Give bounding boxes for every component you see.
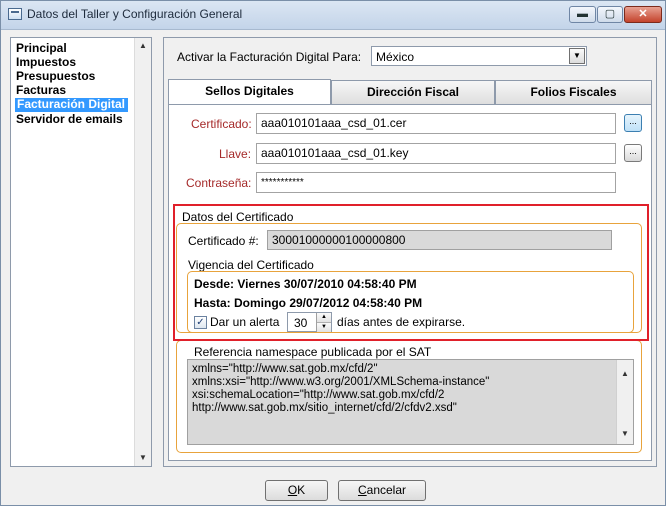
sidebar-item-facturas[interactable]: Facturas [16,84,66,97]
ok-button[interactable]: OK [265,480,328,501]
country-select-value: México [376,50,415,64]
main-window: Datos del Taller y Configuración General… [0,0,666,506]
namespace-scrollbar[interactable]: ▲ ▼ [616,360,633,444]
minimize-button[interactable]: ▬ [569,6,596,23]
certificado-input[interactable]: aaa010101aaa_csd_01.cer [256,113,616,134]
llave-input[interactable]: aaa010101aaa_csd_01.key [256,143,616,164]
scroll-down-arrow-icon[interactable]: ▼ [135,450,151,466]
title-bar[interactable]: Datos del Taller y Configuración General… [1,1,665,30]
tab-direccion-fiscal[interactable]: Dirección Fiscal [331,80,495,105]
highlight-box [173,204,649,341]
cancel-label: ancelar [366,483,407,497]
country-select[interactable]: México ▼ [371,46,587,66]
namespace-line: xmlns:xsi="http://www.w3.org/2001/XMLSch… [192,376,490,388]
namespace-group: Referencia namespace publicada por el SA… [176,340,642,453]
sidebar-item-servidor-emails[interactable]: Servidor de emails [16,113,123,126]
contrasena-input[interactable]: *********** [256,172,616,193]
window-title: Datos del Taller y Configuración General [27,7,243,21]
namespace-line: xsi:schemaLocation="http://www.sat.gob.m… [192,389,445,401]
scroll-down-arrow-icon[interactable]: ▼ [617,426,633,442]
cancel-mnemonic: C [357,483,367,497]
sidebar-scrollbar[interactable]: ▲ ▼ [134,38,151,466]
scroll-up-arrow-icon[interactable]: ▲ [617,366,633,382]
contrasena-label: Contraseña: [186,176,252,190]
close-button[interactable]: ✕ [624,6,662,23]
ok-mnemonic: O [287,483,298,497]
cancel-button[interactable]: Cancelar [338,480,426,501]
maximize-button[interactable]: ▢ [597,6,623,23]
namespace-title: Referencia namespace publicada por el SA… [194,345,432,359]
ok-label: K [297,483,306,497]
namespace-line: xmlns="http://www.sat.gob.mx/cfd/2" [192,363,378,375]
tab-folios-fiscales[interactable]: Folios Fiscales [495,80,652,105]
sidebar-item-principal[interactable]: Principal [16,42,67,55]
tab-sellos-digitales[interactable]: Sellos Digitales [168,79,331,105]
browse-certificado-button[interactable]: ... [624,114,642,132]
llave-label: Llave: [219,147,252,161]
sidebar-list: Principal Impuestos Presupuestos Factura… [10,37,152,467]
sidebar-item-presupuestos[interactable]: Presupuestos [16,70,95,83]
namespace-textarea[interactable]: xmlns="http://www.sat.gob.mx/cfd/2" xmln… [187,359,634,445]
window-app-icon [8,8,22,20]
scroll-up-arrow-icon[interactable]: ▲ [135,38,151,54]
browse-llave-button[interactable]: ... [624,144,642,162]
certificado-label: Certificado: [191,117,252,131]
sidebar-item-facturacion-digital[interactable]: Facturación Digital [15,98,129,112]
sidebar-item-impuestos[interactable]: Impuestos [16,56,76,69]
activation-label: Activar la Facturación Digital Para: [177,50,362,64]
chevron-down-icon[interactable]: ▼ [569,48,585,64]
namespace-line: http://www.sat.gob.mx/sitio_internet/cfd… [192,402,457,414]
